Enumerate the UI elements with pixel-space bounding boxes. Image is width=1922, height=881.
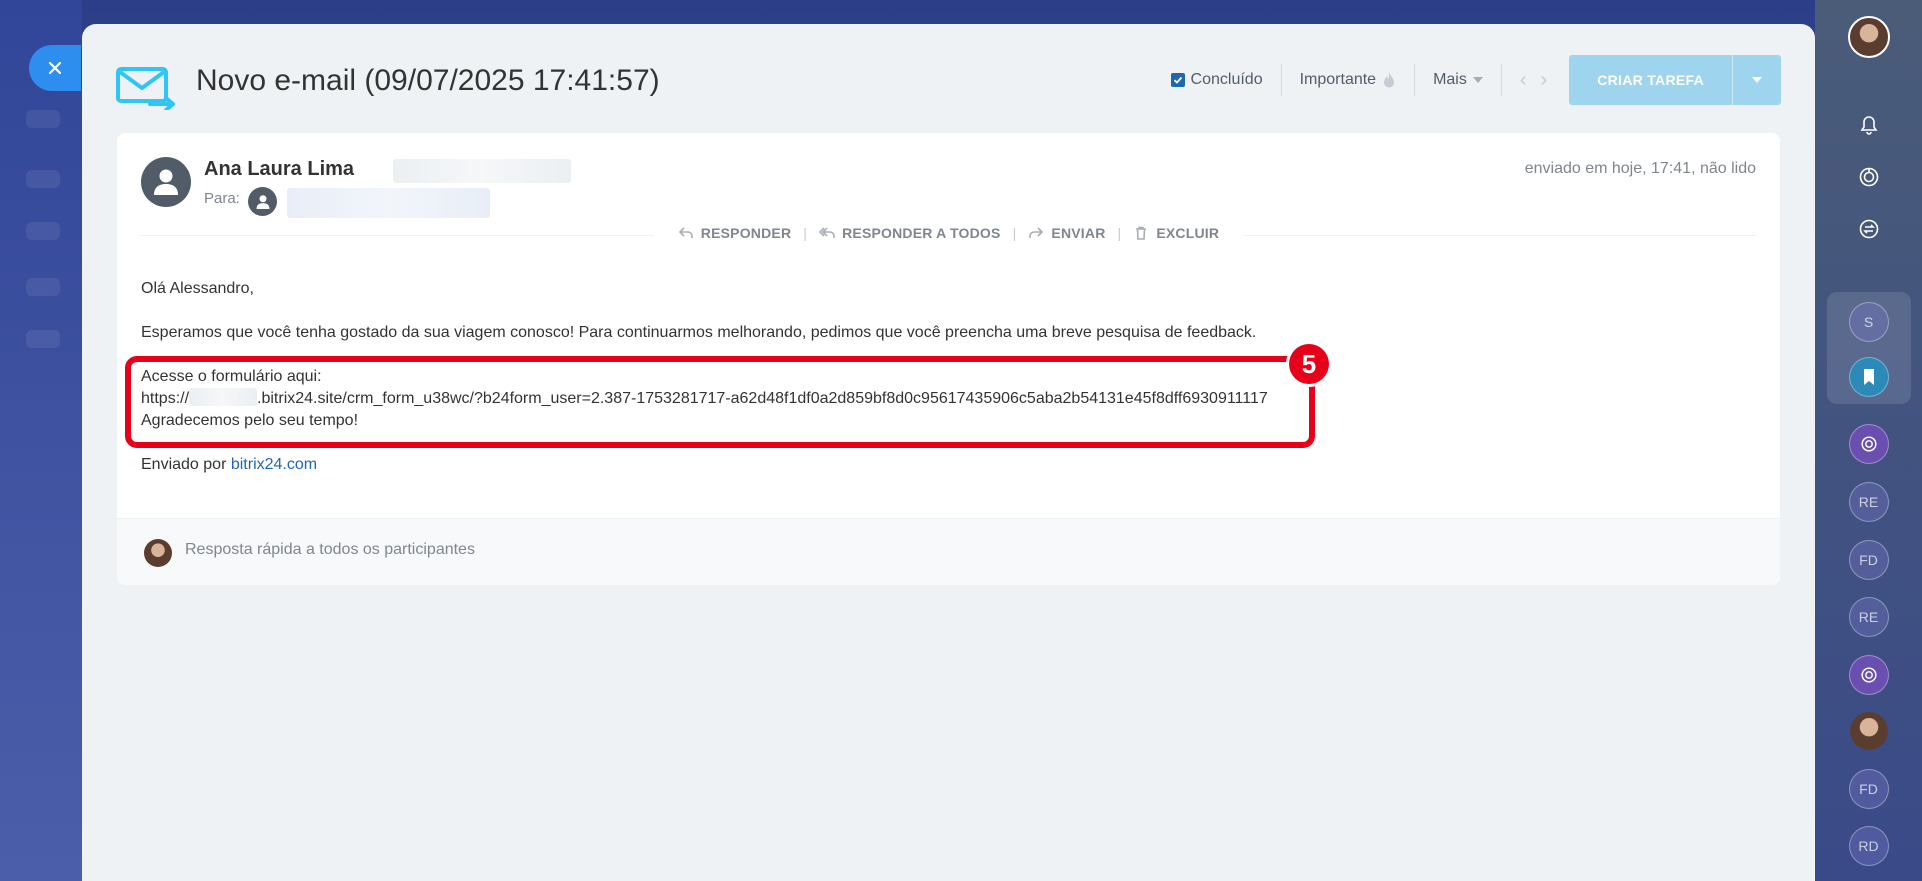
email-actions: RESPONDER | RESPONDER A TODOS | ENVIAR |… [117,225,1780,241]
slider-header: Novo e-mail (09/07/2025 17:41:57) Conclu… [82,24,1815,134]
sender-avatar[interactable] [141,157,191,207]
background-left [0,0,82,881]
quick-reply-input[interactable]: Resposta rápida a todos os participantes [185,541,475,559]
bookmark-button[interactable] [1848,357,1889,397]
current-user-avatar [144,539,172,567]
chat-item[interactable]: FD [1848,769,1889,809]
chat-item[interactable]: FD [1848,540,1889,580]
bookmark-icon [1863,369,1874,385]
chat-item[interactable]: RD [1848,826,1889,866]
background-item [26,278,60,296]
thanks-line: Agradecemos pelo seu tempo! [141,412,359,429]
background-item [26,110,60,128]
right-sidebar: S RE FD RE FD RD [1815,0,1922,881]
user-icon [154,169,178,195]
chat-user-avatar[interactable] [1849,712,1888,750]
email-card: Ana Laura Lima Para: enviado em hoje, 17… [117,133,1780,585]
create-task-label[interactable]: CRIAR TAREFA [1569,55,1732,105]
chat-item[interactable]: RE [1848,482,1889,522]
redacted-sender-email [393,159,571,183]
close-icon [48,61,62,75]
forward-icon [1029,227,1044,238]
close-slider-button[interactable] [29,45,81,91]
trash-icon [1136,226,1147,240]
email-slider: Novo e-mail (09/07/2025 17:41:57) Conclu… [82,24,1815,881]
sent-info: enviado em hoje, 17:41, não lido [1524,160,1756,177]
redacted-recipient [287,188,490,218]
openlines-chat[interactable] [1848,424,1889,464]
sync-button[interactable] [1851,211,1887,247]
sync-icon [1859,219,1878,239]
chevron-down-icon [1472,77,1483,83]
create-task-dropdown[interactable] [1732,55,1781,105]
reply-icon [678,227,693,238]
chevron-down-icon [1752,77,1762,83]
important-label: Importante [1299,71,1377,88]
quick-reply-bar[interactable]: Resposta rápida a todos os participantes [117,518,1780,585]
more-dropdown[interactable]: Mais [1415,64,1502,96]
step-badge: 5 [1289,344,1329,384]
copilot-button[interactable] [1851,159,1887,195]
email-body: Olá Alessandro, Esperamos que você tenha… [141,278,1268,476]
copilot-icon [1860,667,1877,683]
form-line: Acesse o formulário aqui: [141,368,322,385]
delete-button[interactable]: EXCLUIR [1121,225,1231,241]
user-icon [256,194,269,209]
sent-by-line: Enviado por bitrix24.com [141,454,1268,476]
email-icon [116,67,175,110]
previous-arrow-icon[interactable]: ‹ [1520,69,1527,92]
reply-all-icon [819,227,835,238]
to-label: Para: [204,190,240,207]
background-item [26,170,60,188]
forward-button[interactable]: ENVIAR [1016,225,1117,241]
copilot-icon [1859,167,1878,187]
important-toggle[interactable]: Importante [1282,64,1416,96]
more-label: Mais [1433,71,1467,88]
body-paragraph: Esperamos que você tenha gostado da sua … [141,324,1257,341]
email-navigation: ‹ › [1502,69,1569,92]
create-task-button[interactable]: CRIAR TAREFA [1569,55,1781,105]
flame-icon [1384,72,1395,88]
copilot-icon [1860,436,1877,452]
openlines-chat[interactable] [1848,655,1889,695]
sent-by-label: Enviado por [141,456,227,473]
done-label: Concluído [1190,71,1263,88]
form-url[interactable]: https:// .bitrix24.site/crm_form_u38wc/?b… [141,388,1268,410]
next-arrow-icon[interactable]: › [1541,69,1548,92]
background-item [26,330,60,348]
sender-name[interactable]: Ana Laura Lima [204,158,354,181]
chat-item[interactable]: S [1848,302,1889,342]
done-checkbox[interactable]: Concluído [1170,64,1282,96]
page-title: Novo e-mail (09/07/2025 17:41:57) [196,64,660,97]
redacted-domain [189,388,258,406]
reply-label: RESPONDER [700,225,792,241]
notifications-button[interactable] [1851,107,1887,143]
delete-label: EXCLUIR [1156,225,1220,241]
checkbox-checked-icon[interactable] [1170,73,1185,87]
bell-icon [1860,116,1877,135]
sent-by-link[interactable]: bitrix24.com [231,456,317,473]
background-item [26,222,60,240]
recipient-avatar[interactable] [248,187,277,216]
reply-all-label: RESPONDER A TODOS [842,225,1001,241]
profile-avatar[interactable] [1847,16,1890,58]
forward-label: ENVIAR [1051,225,1106,241]
chat-item[interactable]: RE [1848,597,1889,637]
header-controls: Concluído Importante Mais ‹ › CRIAR TARE… [1170,55,1781,105]
greeting: Olá Alessandro, [141,280,254,297]
url-rest: .bitrix24.site/crm_form_u38wc/?b24form_u… [257,390,1268,407]
reply-button[interactable]: RESPONDER [666,225,803,241]
reply-all-button[interactable]: RESPONDER A TODOS [807,225,1012,241]
url-prefix: https:// [141,390,190,407]
